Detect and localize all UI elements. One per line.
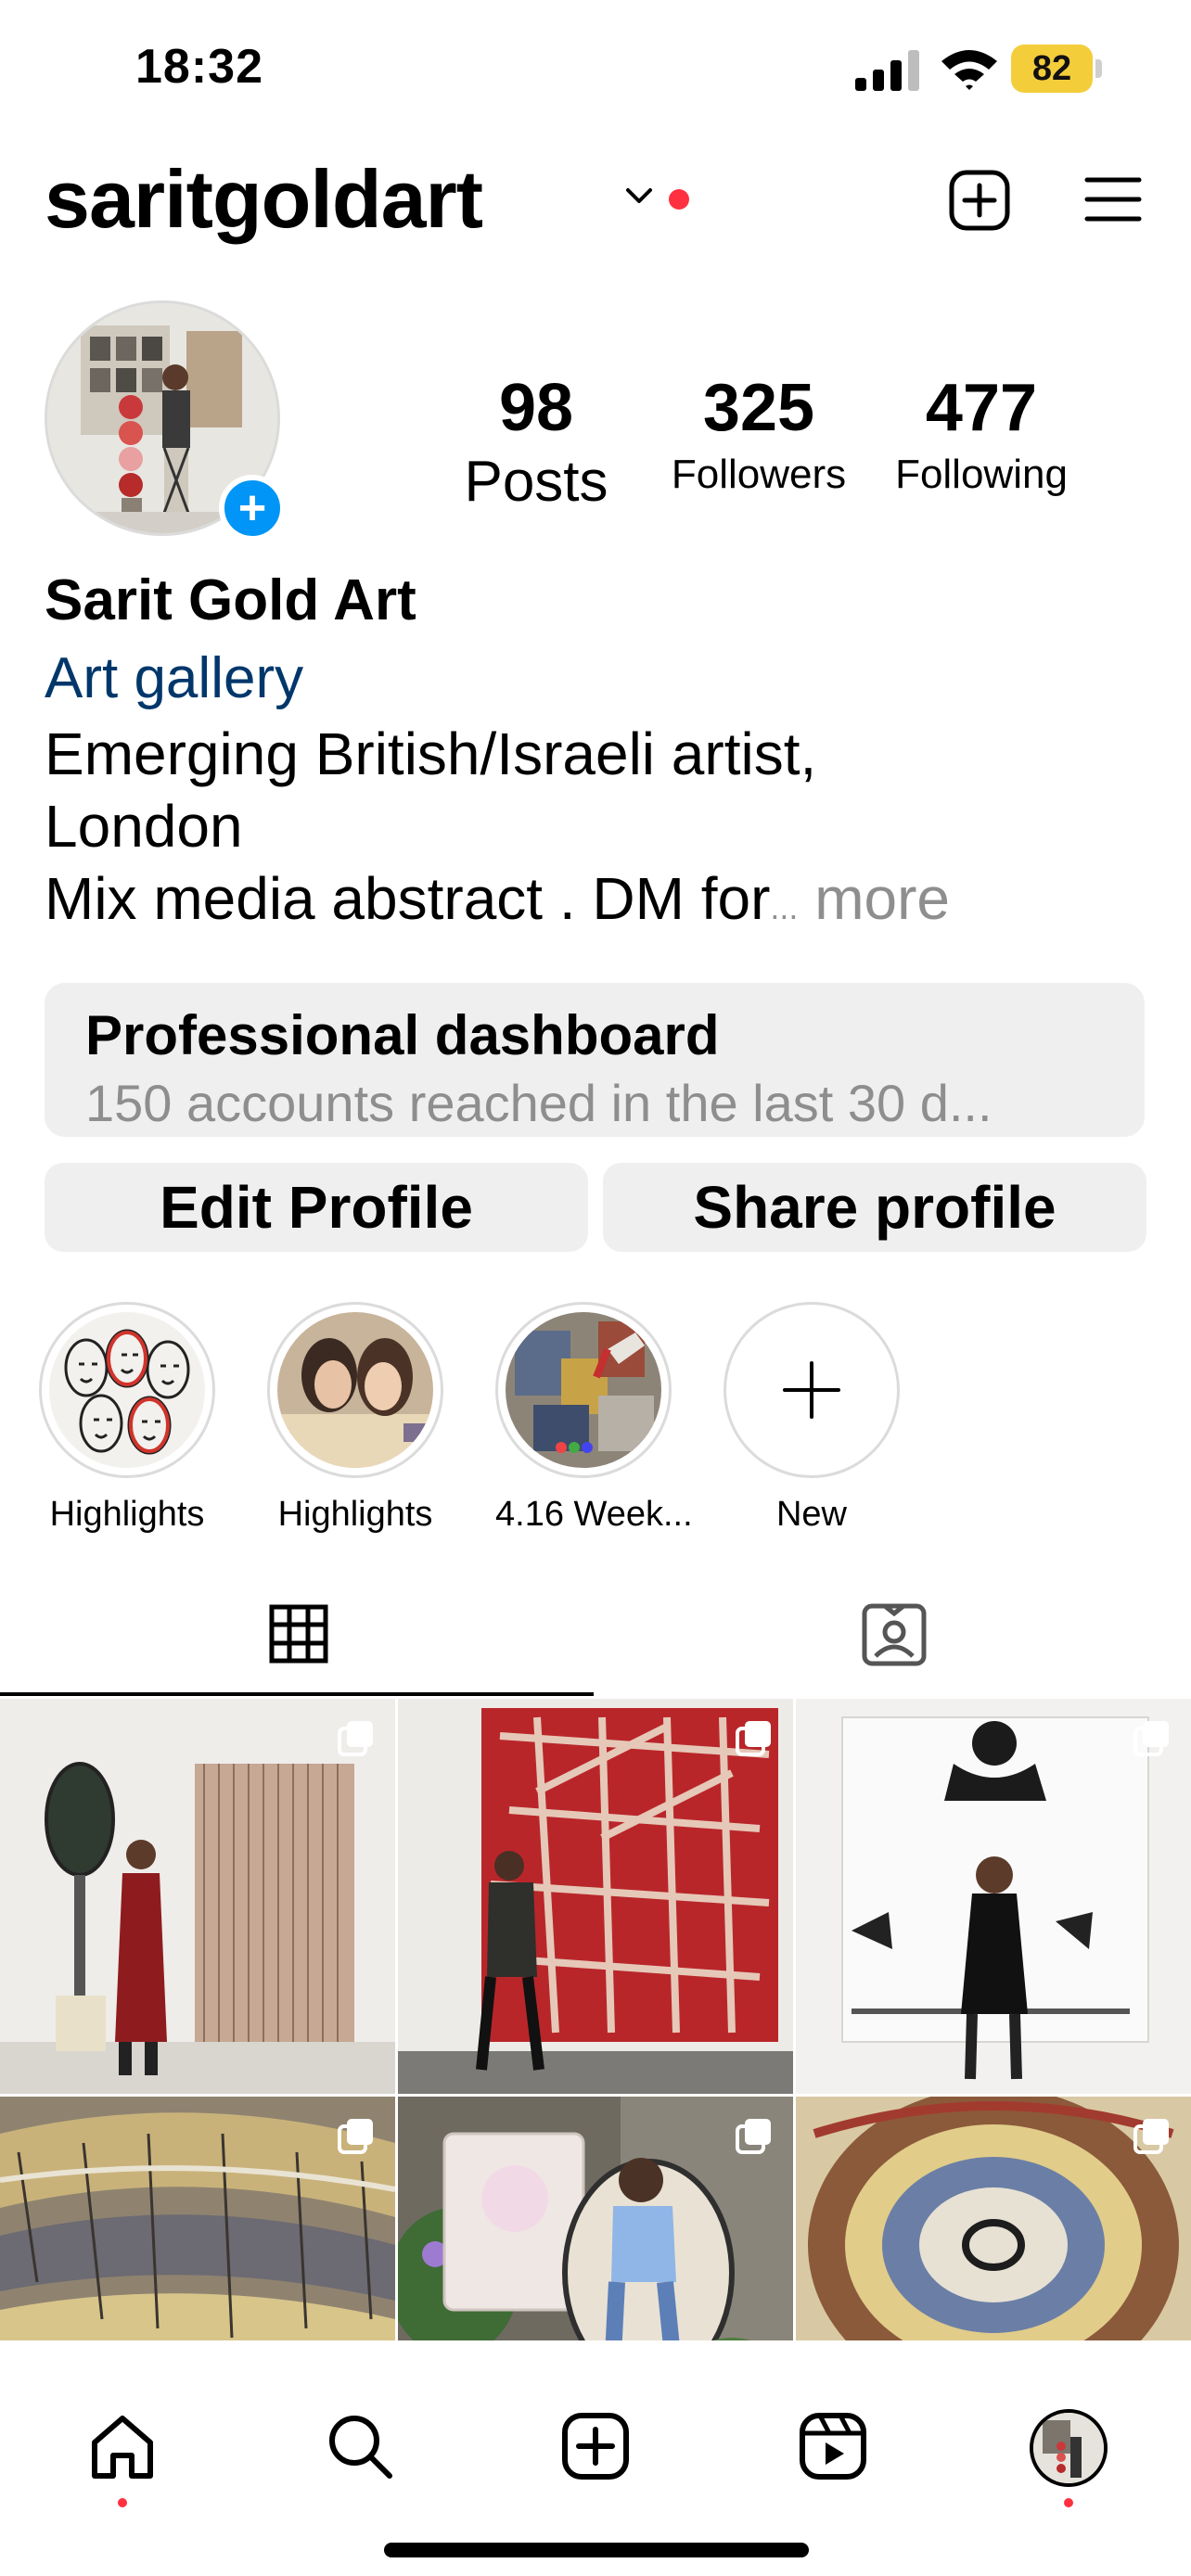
plus-icon — [783, 1361, 840, 1419]
bio-line: Emerging British/Israeli artist, — [45, 721, 817, 787]
profile-avatar[interactable] — [1030, 2409, 1108, 2487]
carousel-icon — [736, 2119, 771, 2154]
carousel-icon — [1133, 1721, 1169, 1756]
wifi-icon — [941, 50, 997, 90]
profile-notification-dot — [1064, 2498, 1073, 2507]
post-image — [796, 1699, 1191, 2094]
bio-more-link[interactable]: more — [798, 865, 950, 932]
followers-label: Followers — [671, 452, 847, 497]
highlight-item[interactable]: Highlights — [267, 1302, 443, 1535]
highlight-label: Highlights — [277, 1495, 433, 1534]
tagged-icon[interactable] — [861, 1600, 928, 1667]
create-icon[interactable] — [560, 2411, 631, 2481]
home-icon[interactable] — [87, 2411, 158, 2481]
profile-name: Sarit Gold Art — [45, 568, 416, 632]
profile-category[interactable]: Art gallery — [45, 645, 303, 711]
post-thumbnail[interactable] — [398, 1699, 793, 2094]
edit-profile-button[interactable]: Edit Profile — [45, 1163, 588, 1252]
bio-line: Mix media abstract . DM for — [45, 865, 771, 932]
search-icon[interactable] — [325, 2411, 395, 2481]
highlight-item[interactable]: 4.16 Week... — [495, 1302, 693, 1535]
dashboard-subtitle: 150 accounts reached in the last 30 d... — [85, 1074, 992, 1132]
post-thumbnail[interactable] — [0, 1699, 395, 2094]
posts-count: 98 — [498, 371, 574, 445]
battery-indicator: 82 — [1011, 45, 1102, 93]
bottom-navigation — [0, 2340, 1191, 2576]
new-highlight-button[interactable]: New — [724, 1302, 900, 1535]
post-image — [0, 1699, 395, 2094]
following-count: 477 — [925, 371, 1038, 445]
carousel-icon — [736, 1721, 771, 1756]
carousel-icon — [1133, 2119, 1169, 2154]
create-post-icon[interactable] — [948, 169, 1011, 232]
share-profile-button[interactable]: Share profile — [603, 1163, 1146, 1252]
highlight-cover — [277, 1312, 433, 1468]
grid-icon[interactable] — [269, 1604, 328, 1664]
chevron-down-icon[interactable] — [623, 182, 655, 210]
profile-bio: Emerging British/Israeli artist, London … — [45, 718, 1158, 944]
professional-dashboard[interactable]: Professional dashboard 150 accounts reac… — [45, 983, 1145, 1137]
posts-stat: 98 Posts — [443, 369, 629, 517]
highlight-cover — [49, 1312, 205, 1468]
post-thumbnail[interactable] — [796, 1699, 1191, 2094]
highlight-cover — [506, 1312, 661, 1468]
followers-count: 325 — [702, 371, 815, 445]
carousel-icon — [338, 2119, 373, 2154]
menu-icon[interactable] — [1083, 174, 1143, 224]
highlight-label: New — [775, 1495, 848, 1534]
posts-label: Posts — [464, 450, 608, 514]
bio-ellipsis: ... — [770, 888, 799, 926]
home-notification-dot — [118, 2498, 127, 2507]
home-indicator — [384, 2543, 809, 2557]
battery-level: 82 — [1011, 45, 1093, 93]
profile-username[interactable]: saritgoldart — [45, 148, 483, 250]
carousel-icon — [338, 1721, 373, 1756]
followers-stat[interactable]: 325 Followers — [657, 369, 861, 503]
highlight-label: Highlights — [49, 1495, 205, 1534]
post-image — [398, 1699, 793, 2094]
bio-line: London — [45, 793, 243, 860]
cellular-signal-icon — [855, 50, 919, 91]
nav-avatar-photo — [1033, 2413, 1104, 2483]
highlight-label: 4.16 Week... — [495, 1495, 693, 1534]
status-time: 18:32 — [135, 40, 263, 94]
reels-icon[interactable] — [798, 2411, 868, 2481]
active-tab-indicator — [0, 1692, 594, 1696]
following-stat[interactable]: 477 Following — [879, 369, 1083, 503]
following-label: Following — [895, 452, 1068, 497]
notification-dot — [669, 189, 689, 210]
highlight-item[interactable]: Highlights — [39, 1302, 215, 1535]
dashboard-title: Professional dashboard — [85, 1004, 720, 1066]
add-story-button[interactable]: + — [219, 475, 286, 542]
